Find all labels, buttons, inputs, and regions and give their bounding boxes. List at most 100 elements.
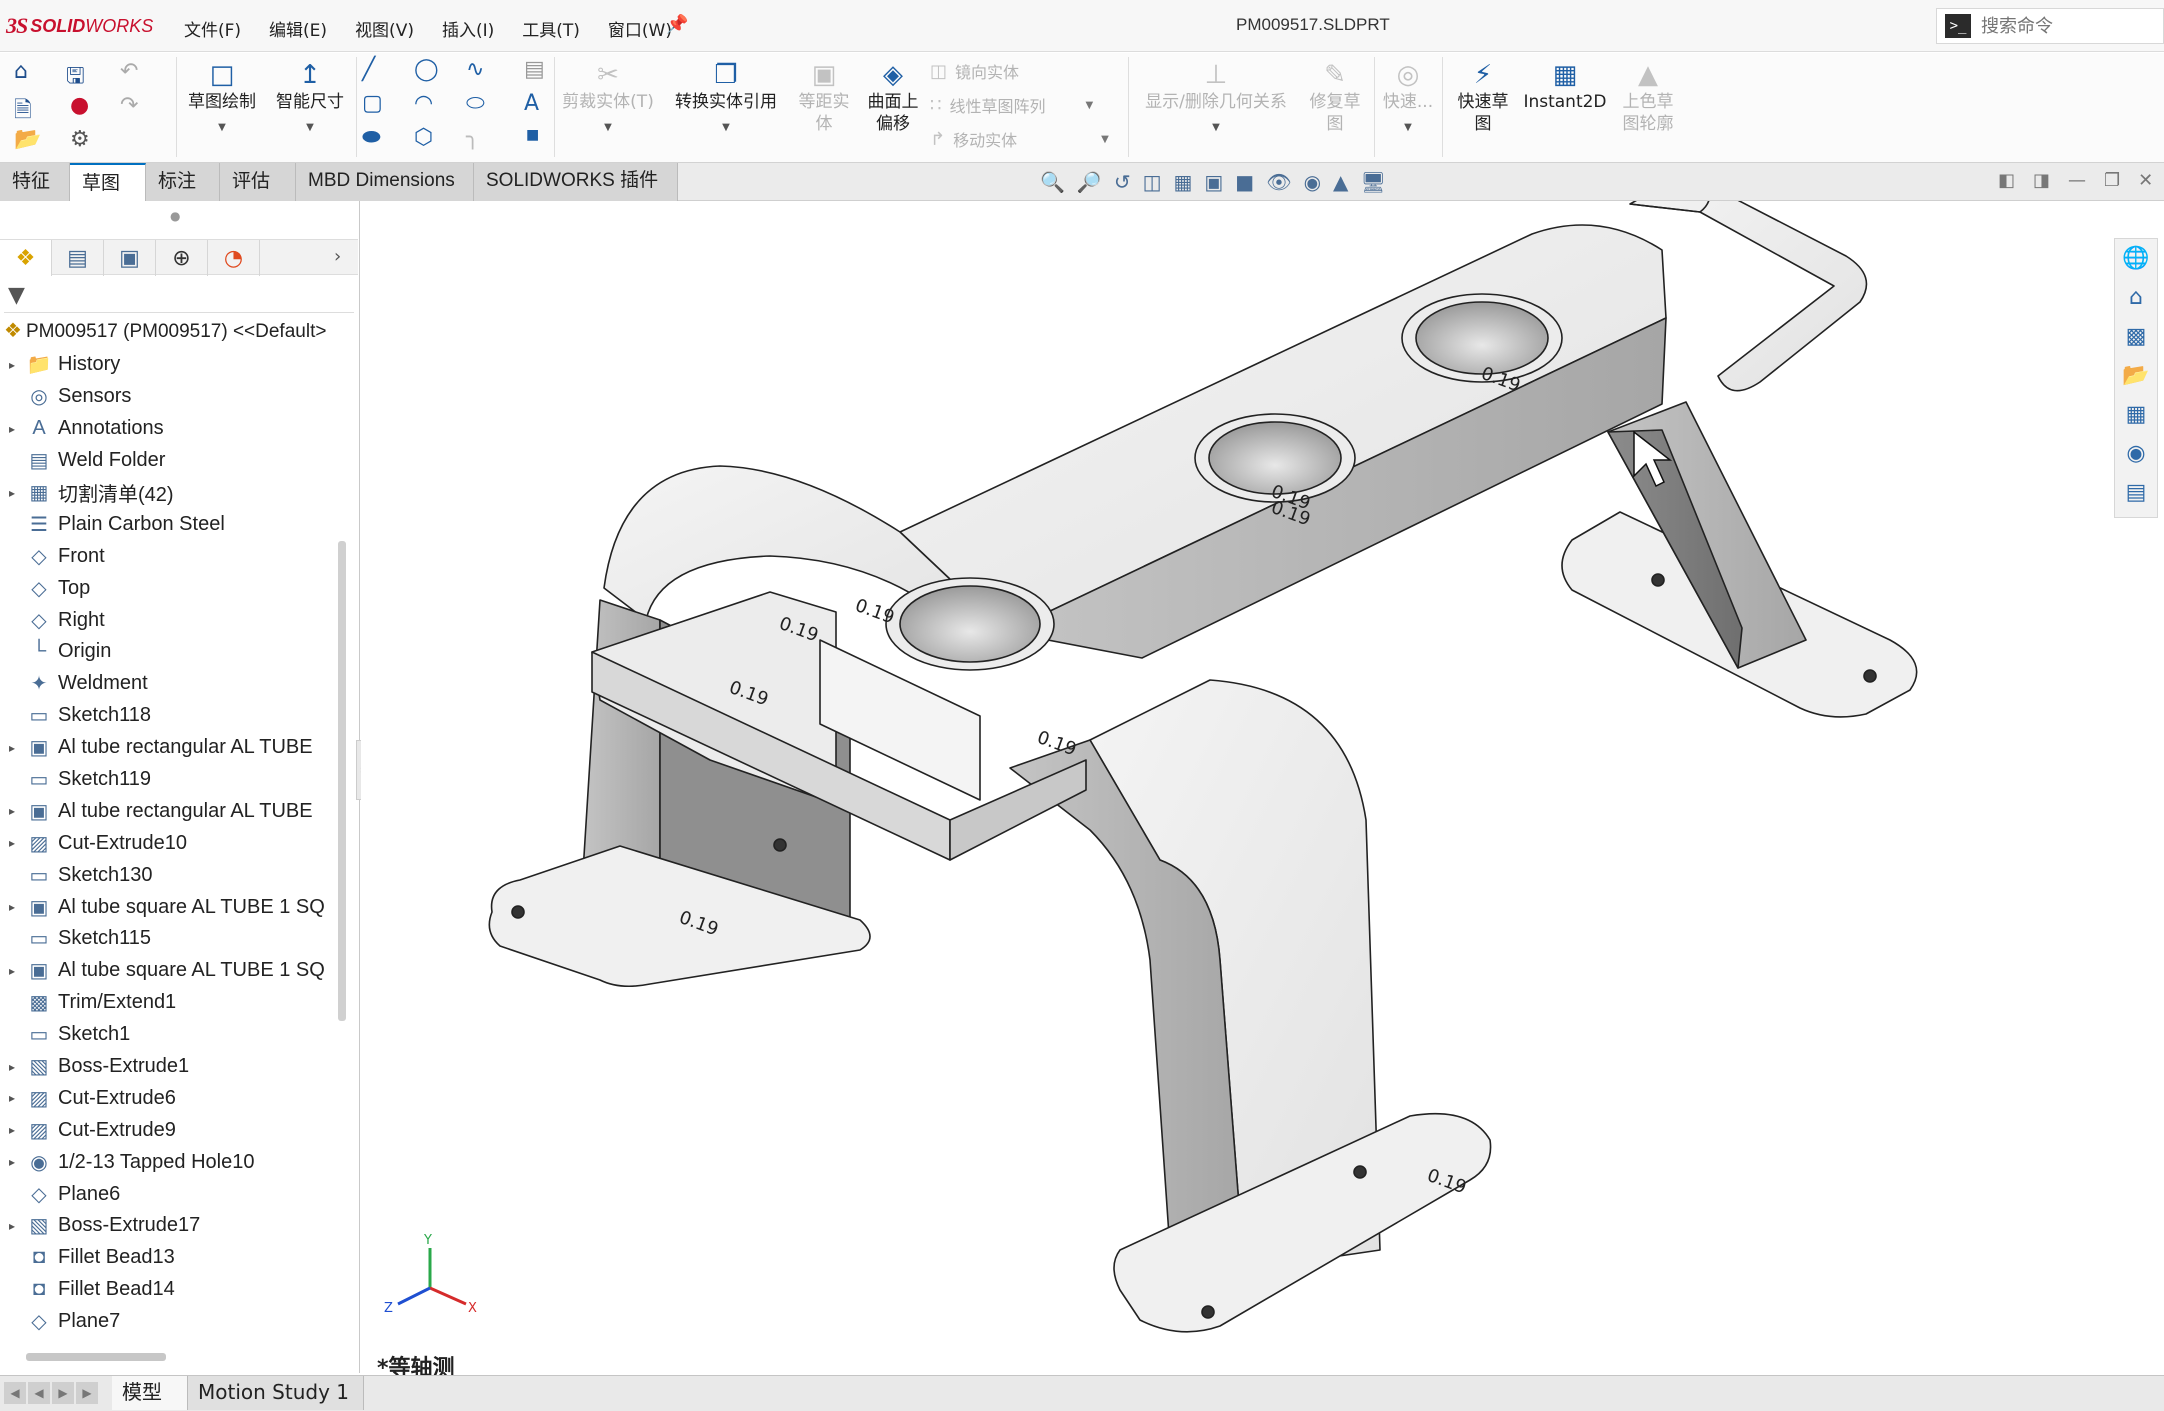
expand-arrow-icon[interactable]: ▸: [0, 964, 24, 978]
menu-edit[interactable]: 编辑(E): [265, 14, 331, 43]
tree-item[interactable]: ▭ Sketch118: [0, 700, 338, 732]
tree-item[interactable]: ▸ ▧ Boss-Extrude17: [0, 1210, 338, 1242]
zoom-to-area-icon[interactable]: 🔎: [1077, 170, 1102, 194]
expand-arrow-icon[interactable]: ▸: [0, 422, 24, 436]
pin-menu-icon[interactable]: 📌: [666, 14, 688, 35]
tree-item[interactable]: ▩ Trim/Extend1: [0, 987, 338, 1019]
save-icon[interactable]: 🖫: [66, 59, 85, 97]
view-orientation-icon[interactable]: ▣: [1204, 170, 1223, 194]
circle-icon[interactable]: ◯: [414, 57, 439, 82]
tree-item[interactable]: ◇ Top: [0, 572, 338, 604]
new-document-icon[interactable]: 🗎: [14, 93, 32, 131]
sketch-button[interactable]: □ 草图绘制 ▼: [182, 59, 262, 139]
sketch-grid-icon[interactable]: ▤: [524, 57, 545, 82]
rebuild-icon[interactable]: ●: [70, 93, 89, 118]
tab-solidworks-addins[interactable]: SOLIDWORKS 插件: [474, 163, 678, 201]
tab-mbd-dimensions[interactable]: MBD Dimensions: [296, 163, 474, 201]
chevron-right-icon[interactable]: ›: [334, 246, 341, 267]
edit-appearance-icon[interactable]: ◉: [1304, 170, 1321, 194]
search-command-box[interactable]: >_: [1936, 8, 2164, 44]
rapid-sketch-button[interactable]: ⚡ 快速草 图: [1446, 59, 1520, 135]
configuration-manager-icon[interactable]: ▣: [104, 240, 156, 276]
sketch-fillet-icon[interactable]: ╮: [466, 125, 479, 150]
tree-vertical-scrollbar[interactable]: [338, 541, 346, 1021]
offset-on-surface-button[interactable]: ◈ 曲面上 偏移: [860, 59, 926, 135]
property-manager-icon[interactable]: ▤: [52, 240, 104, 276]
spline-icon[interactable]: ∿: [466, 57, 484, 82]
home-icon[interactable]: ⌂: [2115, 278, 2157, 317]
expand-arrow-icon[interactable]: ▸: [0, 1123, 24, 1137]
tree-item[interactable]: ▸ ▧ Boss-Extrude1: [0, 1051, 338, 1083]
shaded-contours-button[interactable]: ▲ 上色草 图轮廓: [1612, 59, 1684, 135]
view-palette-icon[interactable]: ▦: [2115, 395, 2157, 434]
home-icon[interactable]: ⌂: [14, 59, 28, 84]
weldment-model[interactable]: 0.19 0.19 0.19 0.19 0.19 0.19 0.19 0.19 …: [361, 201, 2164, 1373]
move-entities-button[interactable]: ↱ 移动实体 ▼: [930, 127, 1109, 151]
previous-view-icon[interactable]: ↺: [1114, 170, 1131, 194]
tab-motion-study[interactable]: Motion Study 1: [188, 1376, 364, 1410]
polygon-icon[interactable]: ⬡: [414, 125, 433, 150]
expand-arrow-icon[interactable]: ▸: [0, 1155, 24, 1169]
tree-item[interactable]: ☰ Plain Carbon Steel: [0, 508, 338, 540]
trim-entities-button[interactable]: ✂ 剪裁实体(T) ▼: [560, 59, 656, 139]
tree-item[interactable]: ◘ Fillet Bead13: [0, 1242, 338, 1274]
expand-arrow-icon[interactable]: ▸: [0, 1091, 24, 1105]
tree-item[interactable]: ◇ Right: [0, 604, 338, 636]
tree-item[interactable]: ▸ ▣ Al tube square AL TUBE 1 SQ: [0, 955, 338, 987]
appearances-icon[interactable]: ◉: [2115, 434, 2157, 473]
custom-properties-icon[interactable]: ▤: [2115, 473, 2157, 512]
display-manager-icon[interactable]: ◔: [208, 240, 260, 276]
view-settings-icon[interactable]: 🖥: [1360, 170, 1385, 194]
tree-item[interactable]: ◇ Plane6: [0, 1178, 338, 1210]
tree-root-part[interactable]: ❖ PM009517 (PM009517) <<Default>: [4, 318, 334, 343]
ellipse-icon[interactable]: ⬭: [466, 91, 485, 116]
tree-item[interactable]: ✦ Weldment: [0, 668, 338, 700]
rectangle-icon[interactable]: ▢: [362, 91, 383, 116]
tab-sketch[interactable]: 草图: [70, 163, 146, 201]
menu-insert[interactable]: 插入(I): [438, 14, 498, 43]
graphics-area[interactable]: 0.19 0.19 0.19 0.19 0.19 0.19 0.19 0.19 …: [361, 201, 2164, 1373]
tree-item[interactable]: ▸ A Annotations: [0, 413, 338, 445]
point-icon[interactable]: ■: [526, 127, 539, 143]
tree-item[interactable]: ▸ ▣ Al tube rectangular AL TUBE: [0, 732, 338, 764]
restore-icon[interactable]: ❐: [2104, 170, 2120, 191]
tree-item[interactable]: ◇ Front: [0, 540, 338, 572]
quick-snaps-button[interactable]: ◎ 快速... ▼: [1378, 59, 1438, 139]
zoom-to-fit-icon[interactable]: 🔍: [1040, 170, 1065, 194]
next-tab-icon[interactable]: ▶: [52, 1382, 74, 1404]
apply-scene-icon[interactable]: ▲: [1333, 170, 1348, 194]
expand-arrow-icon[interactable]: ▸: [0, 900, 24, 914]
expand-arrow-icon[interactable]: ▸: [0, 804, 24, 818]
menu-file[interactable]: 文件(F): [180, 14, 245, 43]
featuremanager-tree-icon[interactable]: ❖: [0, 240, 52, 276]
prev-tab-icon[interactable]: ◀: [28, 1382, 50, 1404]
tree-item[interactable]: ◇ Plane7: [0, 1306, 338, 1338]
section-view-icon[interactable]: ◫: [1143, 170, 1162, 194]
expand-arrow-icon[interactable]: ▸: [0, 1060, 24, 1074]
tree-item[interactable]: ▸ ▣ Al tube rectangular AL TUBE: [0, 795, 338, 827]
slot-icon[interactable]: ⬬: [362, 125, 381, 150]
tile-right-icon[interactable]: ◨: [2033, 170, 2050, 191]
tab-features[interactable]: 特征: [0, 163, 70, 201]
line-icon[interactable]: ╱: [362, 57, 375, 82]
dynamic-annotation-icon[interactable]: ▦: [1173, 170, 1192, 194]
tree-item[interactable]: ▭ Sketch115: [0, 923, 338, 955]
menu-tools[interactable]: 工具(T): [518, 14, 584, 43]
expand-arrow-icon[interactable]: ▸: [0, 358, 24, 372]
tree-item[interactable]: ▸ ▣ Al tube square AL TUBE 1 SQ: [0, 891, 338, 923]
convert-entities-button[interactable]: ❐ 转换实体引用 ▼: [664, 59, 788, 139]
expand-arrow-icon[interactable]: ▸: [0, 486, 24, 500]
menu-view[interactable]: 视图(V): [351, 14, 418, 43]
linear-pattern-button[interactable]: ∷ 线性草图阵列 ▼: [930, 93, 1093, 117]
text-icon[interactable]: A: [524, 91, 539, 116]
tree-item[interactable]: ▭ Sketch119: [0, 764, 338, 796]
tree-horizontal-scrollbar[interactable]: [26, 1353, 166, 1361]
tile-left-icon[interactable]: ◧: [1998, 170, 2015, 191]
tab-model[interactable]: 模型: [112, 1376, 188, 1410]
tree-item[interactable]: ◎ Sensors: [0, 381, 338, 413]
tree-item[interactable]: ▸ ▦ 切割清单(42): [0, 477, 338, 509]
search-command-input[interactable]: [1981, 15, 2151, 37]
tree-item[interactable]: ▸ ◉ 1/2-13 Tapped Hole10: [0, 1146, 338, 1178]
instant2d-button[interactable]: ▦ Instant2D: [1522, 59, 1608, 113]
mirror-entities-button[interactable]: ◫ 镜向实体: [930, 59, 1019, 83]
